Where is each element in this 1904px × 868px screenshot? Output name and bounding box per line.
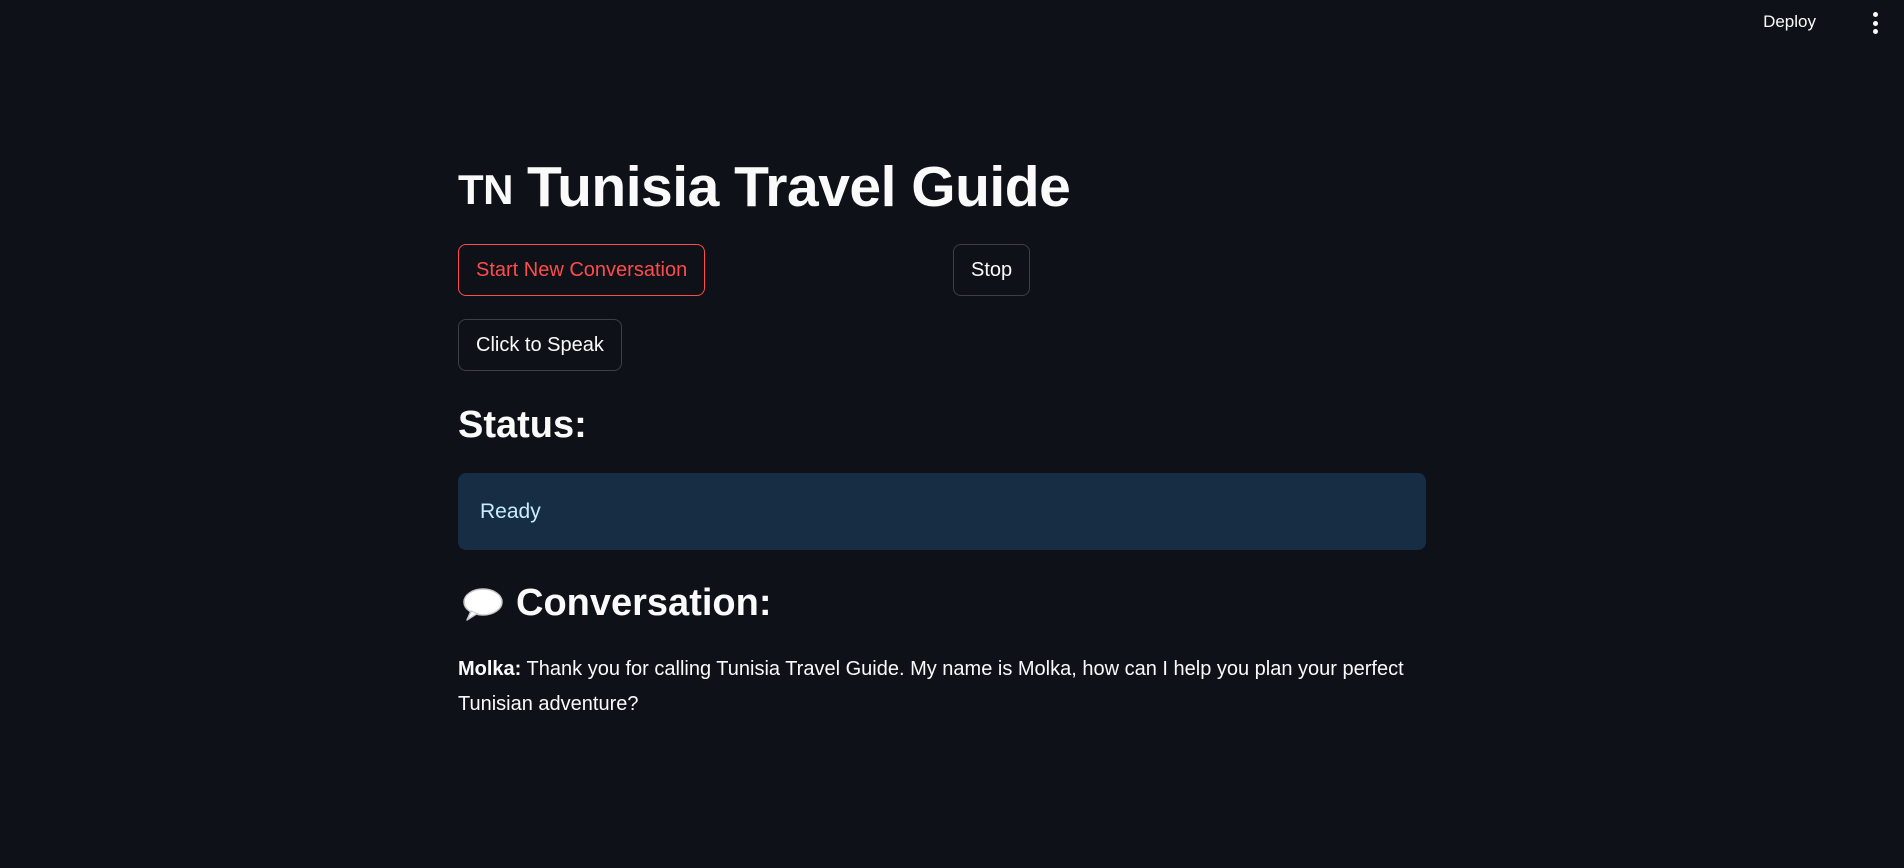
menu-dot (1872, 12, 1878, 17)
conversation-message: Molka: Thank you for calling Tunisia Tra… (458, 652, 1426, 722)
start-new-conversation-button[interactable]: Start New Conversation (458, 244, 706, 296)
deploy-button[interactable]: Deploy (1759, 10, 1820, 34)
status-value: Ready (480, 500, 541, 523)
menu-dot (1872, 20, 1878, 26)
stop-button[interactable]: Stop (953, 244, 1031, 296)
conversation-heading-text: Conversation: (516, 582, 772, 624)
click-to-speak-button[interactable]: Click to Speak (458, 319, 622, 371)
top-bar: Deploy (0, 0, 1904, 46)
speech-balloon-icon (462, 587, 504, 621)
status-box: Ready (458, 473, 1426, 550)
menu-dot (1872, 29, 1878, 34)
message-text: Thank you for calling Tunisia Travel Gui… (458, 658, 1404, 715)
kebab-menu-icon[interactable] (1868, 12, 1882, 34)
page-title: TN Tunisia Travel Guide (458, 152, 1071, 225)
tunisia-flag-icon: TN (458, 166, 514, 213)
conversation-heading: Conversation: (458, 582, 771, 625)
page-title-text: Tunisia Travel Guide (527, 155, 1071, 219)
message-speaker: Molka: (458, 658, 522, 680)
status-heading: Status: (458, 404, 587, 446)
